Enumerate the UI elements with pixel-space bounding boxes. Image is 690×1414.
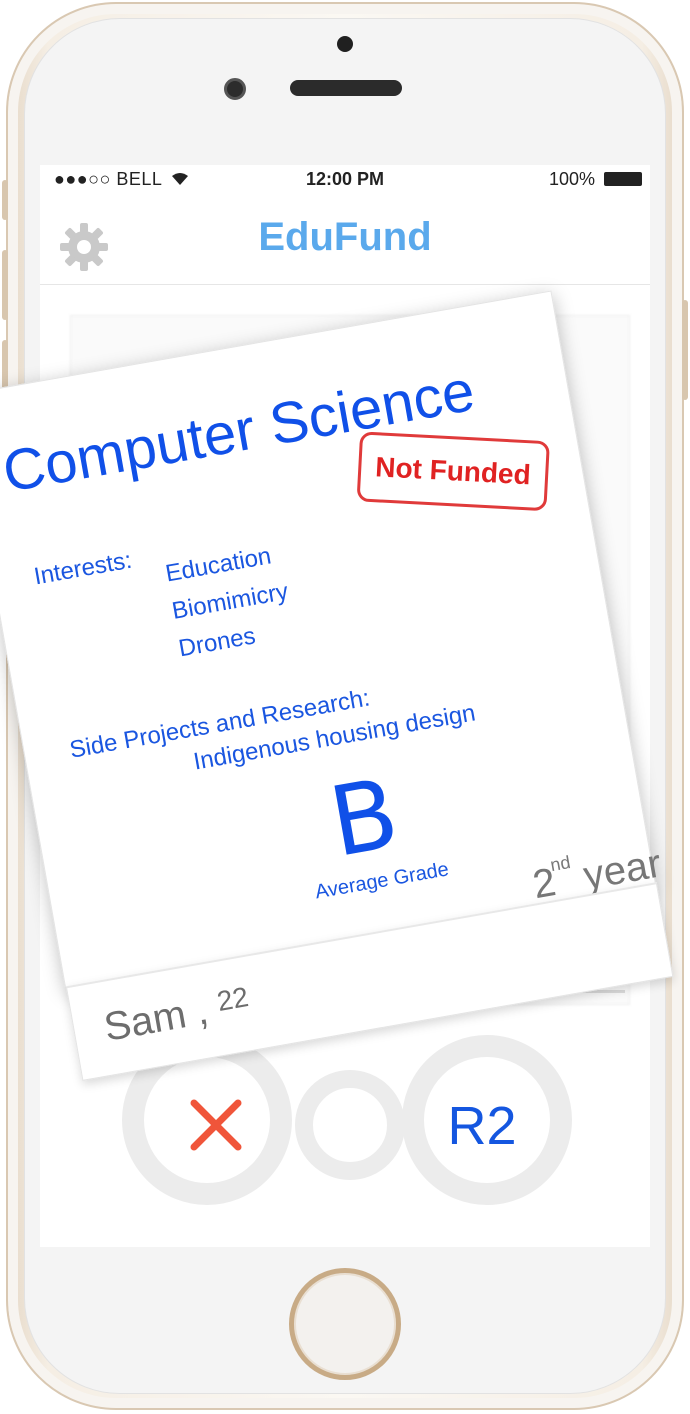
profile-card[interactable]: Computer Science Not Funded Interests: E…: [0, 290, 674, 1081]
funding-status-stamp: Not Funded: [356, 431, 550, 512]
r2-label[interactable]: R2: [407, 1095, 557, 1157]
student-name: Sam , 22: [100, 981, 251, 1050]
average-grade-value: B: [321, 757, 407, 879]
sensor-dot: [337, 36, 353, 52]
interest-item: Biomimicry: [170, 577, 291, 625]
earpiece-speaker: [290, 80, 402, 96]
battery-percent: 100%: [548, 169, 595, 189]
student-first-name: Sam: [100, 992, 190, 1050]
mute-switch: [2, 180, 8, 220]
app-title: EduFund: [258, 215, 432, 259]
year-suffix: nd: [548, 852, 572, 876]
status-bar: ●●●○○ BELL 12:00 PM 100%: [40, 165, 650, 197]
interest-item: Education: [163, 542, 274, 588]
power-button: [682, 300, 688, 400]
home-button[interactable]: [289, 1268, 401, 1380]
battery-status: 100%: [549, 169, 642, 190]
battery-icon: [604, 172, 642, 186]
info-button[interactable]: [295, 1070, 405, 1180]
volume-up-button: [2, 250, 8, 320]
nav-bar: EduFund: [40, 197, 650, 285]
interest-item: Drones: [176, 622, 258, 663]
front-camera: [224, 78, 246, 100]
student-age: 22: [214, 981, 251, 1018]
interests-label: Interests:: [31, 546, 134, 591]
close-icon[interactable]: [188, 1097, 244, 1153]
